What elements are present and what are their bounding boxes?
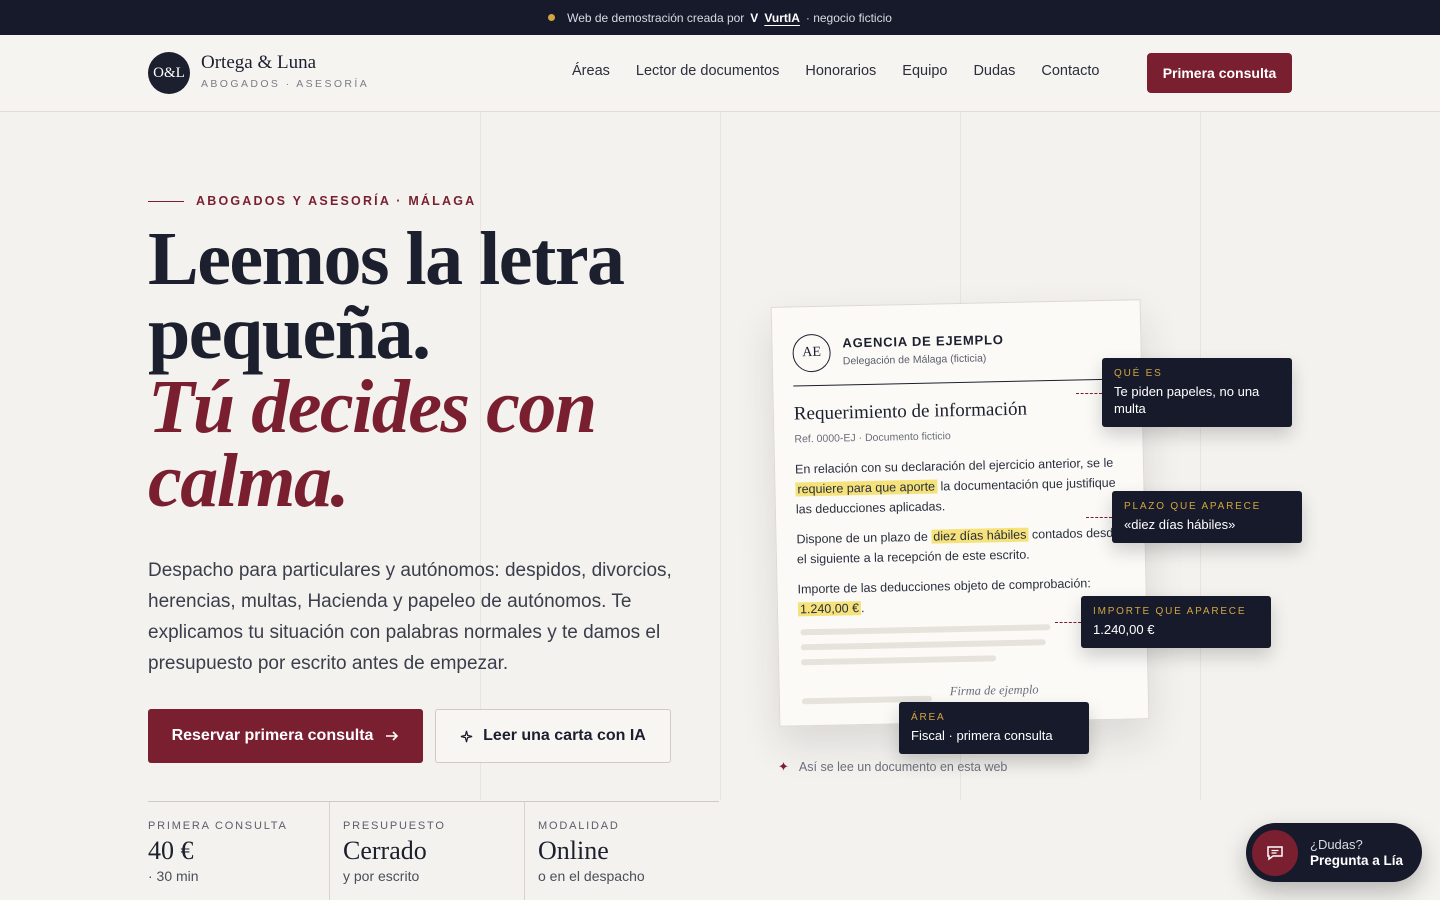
main-nav: O&L Ortega & Luna ABOGADOS · ASESORÍA Ár… (0, 35, 1440, 112)
stat-item: MODALIDAD Online o en el despacho (524, 802, 719, 900)
chat-widget-button[interactable]: ¿Dudas? Pregunta a Lía (1246, 823, 1422, 882)
document-text: En relación con su declaración del ejerc… (794, 455, 1114, 477)
placeholder-line (801, 655, 997, 666)
stat-item: PRIMERA CONSULTA 40 € · 30 min (148, 802, 329, 900)
document-highlight: diez días hábiles (931, 527, 1029, 544)
book-consultation-button[interactable]: Reservar primera consulta (148, 709, 423, 763)
hero-title-line2: Tú decides con calma. (148, 365, 597, 523)
arrow-right-icon (386, 731, 399, 741)
placeholder-line (800, 624, 1051, 636)
status-dot-icon (548, 14, 556, 21)
nav-links: Áreas Lector de documentos Honorarios Eq… (572, 63, 1099, 79)
stat-item: PRESUPUESTO Cerrado y por escrito (329, 802, 524, 900)
nav-link-dudas[interactable]: Dudas (973, 63, 1015, 79)
stat-label: PRIMERA CONSULTA (148, 820, 288, 832)
stat-note: · 30 min (148, 868, 199, 884)
document-preview: AE AGENCIA DE EJEMPLO Delegación de Mála… (770, 299, 1150, 727)
stat-label: PRESUPUESTO (343, 820, 446, 832)
document-paragraph: En relación con su declaración del ejerc… (795, 453, 1126, 520)
document-caption: ✦ Así se lee un documento en esta web (778, 759, 1007, 775)
tooltip-label: QUÉ ES (1114, 368, 1163, 379)
connector-line (1055, 622, 1081, 623)
stat-note: y por escrito (343, 868, 420, 884)
nav-link-areas[interactable]: Áreas (572, 63, 610, 79)
logo-mark[interactable]: O&L (148, 52, 190, 94)
document-text: . (860, 601, 865, 616)
stat-note: o en el despacho (538, 868, 645, 884)
document-ref: Ref. 0000-EJ · Documento ficticio (794, 430, 951, 446)
tooltip-label: ÁREA (911, 712, 946, 723)
document-text: Importe de las deducciones objeto de com… (797, 576, 1091, 597)
eyebrow-text: ABOGADOS Y ASESORÍA · MÁLAGA (196, 194, 477, 208)
nav-link-honorarios[interactable]: Honorarios (805, 63, 876, 79)
connector-line (1086, 517, 1112, 518)
tooltip-text: 1.240,00 € (1093, 622, 1155, 637)
nav-cta-button[interactable]: Primera consulta (1147, 53, 1292, 93)
hero-title: Leemos la letra pequeña. Tú decides con … (148, 221, 748, 523)
stat-label: MODALIDAD (538, 820, 620, 832)
read-letter-ai-button[interactable]: Leer una carta con IA (435, 709, 671, 763)
vurtia-logo-icon: V (750, 10, 759, 25)
placeholder-line (800, 639, 1046, 651)
tooltip-deadline: PLAZO QUE APARECE «diez días hábiles» (1112, 491, 1302, 543)
logo-subtitle: ABOGADOS · ASESORÍA (201, 78, 370, 90)
nav-link-lector[interactable]: Lector de documentos (636, 63, 779, 79)
document-highlight: 1.240,00 € (797, 601, 862, 617)
logo-name[interactable]: Ortega & Luna (201, 52, 316, 74)
tooltip-text: Te piden papeles, no una multa (1114, 384, 1260, 416)
banner-prefix: Web de demostración creada por (567, 10, 745, 25)
document-title: Requerimiento de información (793, 398, 1028, 425)
connector-line (1076, 393, 1102, 394)
chat-bubble-icon (1252, 829, 1298, 876)
tooltip-area: ÁREA Fiscal · primera consulta (899, 702, 1089, 754)
tooltip-text: «diez días hábiles» (1124, 517, 1236, 532)
chat-line2: Pregunta a Lía (1310, 853, 1404, 868)
nav-link-contacto[interactable]: Contacto (1041, 63, 1099, 79)
demo-banner: Web de demostración creada por V VurtIA … (0, 0, 1440, 35)
document-rule (793, 378, 1124, 387)
stat-value: Cerrado (343, 836, 427, 865)
sparkle-icon (460, 730, 473, 742)
read-letter-ai-label: Leer una carta con IA (483, 727, 646, 744)
chat-line1: ¿Dudas? (1310, 837, 1363, 852)
grid-line (1200, 112, 1201, 800)
stats-row: PRIMERA CONSULTA 40 € · 30 min PRESUPUES… (148, 801, 719, 900)
tooltip-amount: IMPORTE QUE APARECE 1.240,00 € (1081, 596, 1271, 648)
stat-value: 40 € (148, 836, 194, 865)
document-signature: Firma de ejemplo (949, 682, 1039, 699)
document-text: Dispone de un plazo de (796, 529, 928, 547)
tooltip-text: Fiscal · primera consulta (911, 728, 1053, 743)
tooltip-label: IMPORTE QUE APARECE (1093, 606, 1247, 617)
document-paragraph: Importe de las deducciones objeto de com… (797, 573, 1128, 620)
document-highlight: requiere para que aporte (795, 479, 938, 497)
document-org: AGENCIA DE EJEMPLO (842, 332, 1004, 351)
document-seal: AE (792, 333, 832, 373)
chat-text: ¿Dudas? Pregunta a Lía (1310, 837, 1403, 868)
book-consultation-label: Reservar primera consulta (171, 727, 374, 744)
hero-eyebrow: ABOGADOS Y ASESORÍA · MÁLAGA (148, 194, 476, 208)
caption-text: Así se lee un documento en esta web (798, 760, 1008, 774)
hero-lead: Despacho para particulares y autónomos: … (148, 560, 672, 674)
document-org-sub: Delegación de Málaga (ficticia) (842, 352, 987, 368)
eyebrow-rule (148, 200, 184, 202)
sparkle-icon: ✦ (778, 759, 789, 774)
nav-link-equipo[interactable]: Equipo (902, 63, 947, 79)
tooltip-label: PLAZO QUE APARECE (1124, 501, 1262, 512)
banner-suffix: · negocio ficticio (805, 10, 892, 25)
stat-value: Online (538, 836, 609, 865)
tooltip-what-is: QUÉ ES Te piden papeles, no una multa (1102, 358, 1292, 427)
hero-title-line1: Leemos la letra pequeña. (148, 217, 625, 375)
banner-brand-link[interactable]: VurtIA (764, 11, 800, 25)
document-paragraph: Dispone de un plazo de diez días hábiles… (796, 523, 1127, 570)
